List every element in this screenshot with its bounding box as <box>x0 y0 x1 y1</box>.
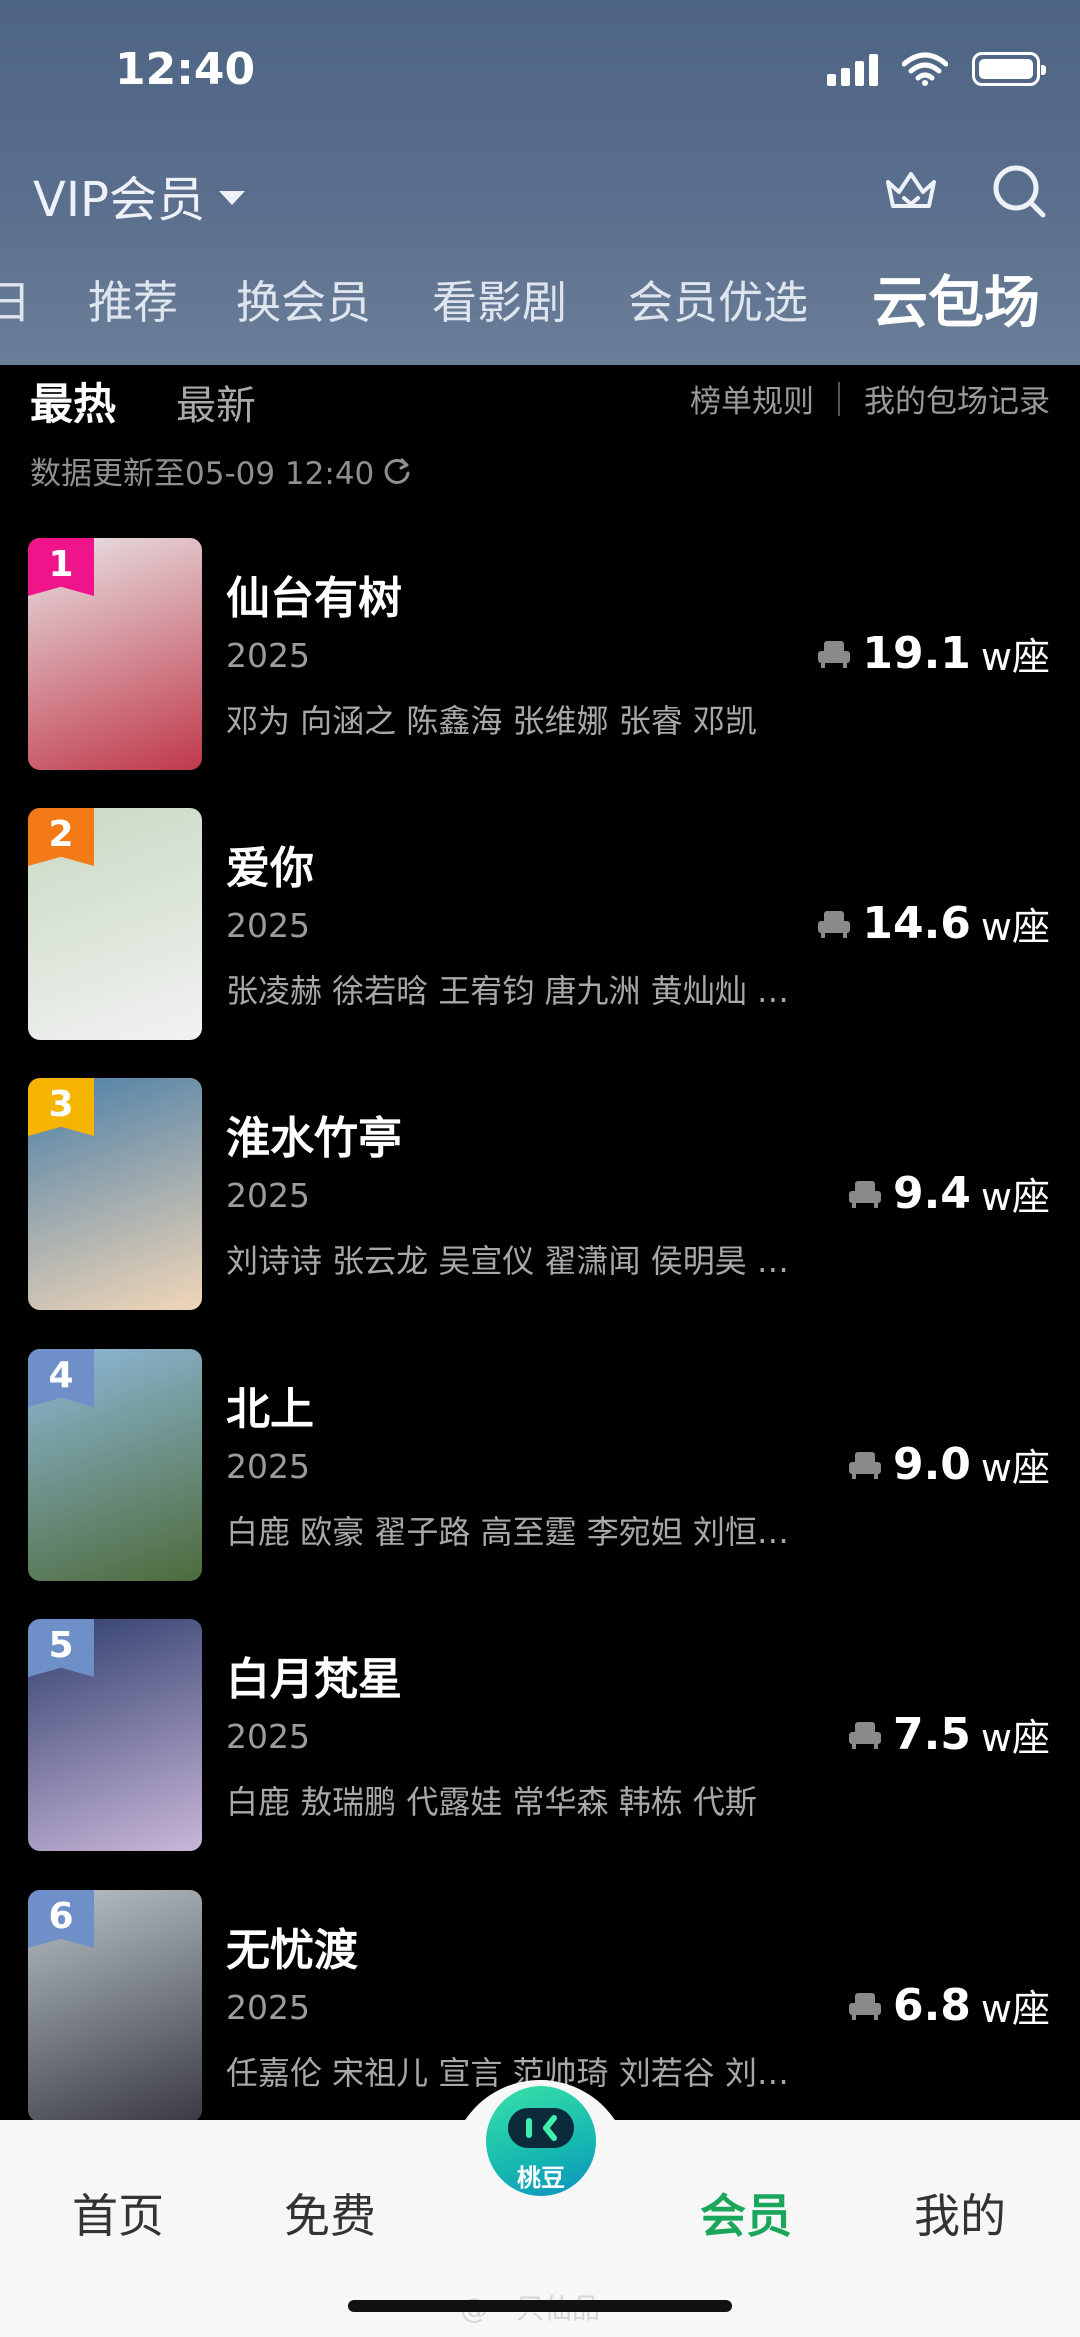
list-item[interactable]: 4 北上 2025 白鹿 欧豪 翟子路 高至霆 李宛妲 刘恒… 9.0 w座 <box>0 1349 1080 1581</box>
poster-image: 4 <box>28 1349 202 1581</box>
seat-value: 9.4 <box>892 1168 971 1219</box>
taodou-logo-icon <box>508 2108 574 2148</box>
nav-home[interactable]: 首页 <box>72 2180 164 2246</box>
update-text: 数据更新至05-09 12:40 <box>30 456 375 492</box>
poster-image: 3 <box>28 1078 202 1310</box>
tab-switch-vip[interactable]: 换会员 <box>236 266 371 331</box>
seat-value: 14.6 <box>862 898 971 949</box>
sort-tab-hottest[interactable]: 最热 <box>30 370 116 432</box>
seat-count: 14.6 w座 <box>816 896 1050 951</box>
list-item[interactable]: 1 仙台有树 2025 邓为 向涵之 陈鑫海 张维娜 张睿 邓凯 19.1 w座 <box>0 538 1080 770</box>
nav-vip[interactable]: 会员 <box>700 2180 792 2246</box>
drama-title: 淮水竹亭 <box>226 1113 402 1164</box>
drama-cast: 白鹿 欧豪 翟子路 高至霆 李宛妲 刘恒… <box>226 1513 789 1551</box>
search-icon[interactable] <box>988 160 1050 222</box>
tab-shows[interactable]: 看影剧 <box>432 266 567 331</box>
seat-icon <box>848 1180 881 1208</box>
drama-year: 2025 <box>226 636 310 675</box>
drama-title: 爱你 <box>226 843 314 894</box>
drama-cast: 张凌赫 徐若晗 王宥钧 唐九洲 黄灿灿 … <box>226 972 789 1010</box>
battery-icon <box>972 52 1046 86</box>
refresh-icon[interactable] <box>382 456 412 486</box>
seat-icon <box>818 910 851 938</box>
seat-icon <box>848 1992 881 2020</box>
seat-icon <box>848 1451 881 1479</box>
drama-year: 2025 <box>226 906 310 945</box>
seat-unit: w座 <box>980 905 1050 949</box>
poster-image: 5 <box>28 1619 202 1851</box>
cellular-signal-icon <box>827 52 878 86</box>
caret-down-icon <box>218 191 245 205</box>
seat-count: 6.8 w座 <box>847 1978 1050 2033</box>
taodou-button[interactable]: 桃豆 <box>480 2080 602 2202</box>
drama-title: 白月梵星 <box>226 1654 402 1705</box>
seat-value: 6.8 <box>892 1980 971 2031</box>
tab-partial[interactable]: 日 <box>0 266 31 331</box>
drama-title: 无忧渡 <box>226 1925 358 1976</box>
my-records-link[interactable]: 我的包场记录 <box>864 376 1050 421</box>
wifi-icon <box>902 52 948 86</box>
seat-count: 9.0 w座 <box>847 1437 1050 1492</box>
drama-year: 2025 <box>226 1176 310 1215</box>
ranking-rules-link[interactable]: 榜单规则 <box>690 376 814 421</box>
status-icons <box>827 52 1046 86</box>
seat-value: 19.1 <box>862 628 971 679</box>
crown-icon[interactable] <box>880 160 942 222</box>
seat-unit: w座 <box>980 1446 1050 1490</box>
home-indicator[interactable] <box>348 2300 732 2312</box>
taodou-label: 桃豆 <box>517 2164 565 2192</box>
tab-recommend[interactable]: 推荐 <box>88 266 178 331</box>
poster-image: 2 <box>28 808 202 1040</box>
seat-unit: w座 <box>980 635 1050 679</box>
seat-value: 9.0 <box>892 1439 971 1490</box>
sort-tab-newest[interactable]: 最新 <box>176 373 256 431</box>
header: 12:40 VIP会员 日 推荐 换会员 看影剧 会员优选 云包场 <box>0 0 1080 365</box>
category-tabs: 日 推荐 换会员 看影剧 会员优选 云包场 <box>0 266 1080 336</box>
sort-tabs: 最热 最新 <box>30 370 256 432</box>
divider <box>838 381 840 416</box>
drama-year: 2025 <box>226 1988 310 2027</box>
drama-year: 2025 <box>226 1717 310 1756</box>
vip-selector[interactable]: VIP会员 <box>33 160 245 230</box>
status-time: 12:40 <box>115 44 256 95</box>
seat-icon <box>848 1721 881 1749</box>
poster-image: 1 <box>28 538 202 770</box>
tab-cloud-premiere[interactable]: 云包场 <box>872 258 1040 339</box>
tab-vip-picks[interactable]: 会员优选 <box>628 266 808 331</box>
drama-title: 仙台有树 <box>226 573 402 624</box>
nav-mine[interactable]: 我的 <box>914 2180 1006 2246</box>
drama-year: 2025 <box>226 1447 310 1486</box>
seat-icon <box>818 640 851 668</box>
seat-count: 19.1 w座 <box>816 626 1050 681</box>
seat-count: 7.5 w座 <box>847 1707 1050 1762</box>
header-links: 榜单规则 我的包场记录 <box>690 376 1050 421</box>
drama-cast: 刘诗诗 张云龙 吴宣仪 翟潇闻 侯明昊 … <box>226 1242 789 1280</box>
update-info: 数据更新至05-09 12:40 <box>30 448 412 493</box>
drama-title: 北上 <box>226 1384 314 1435</box>
drama-cast: 邓为 向涵之 陈鑫海 张维娜 张睿 邓凯 <box>226 702 757 740</box>
seat-unit: w座 <box>980 1175 1050 1219</box>
list-item[interactable]: 3 淮水竹亭 2025 刘诗诗 张云龙 吴宣仪 翟潇闻 侯明昊 … 9.4 w座 <box>0 1078 1080 1310</box>
vip-selector-label: VIP会员 <box>33 172 205 228</box>
seat-unit: w座 <box>980 1716 1050 1760</box>
list-item[interactable]: 2 爱你 2025 张凌赫 徐若晗 王宥钧 唐九洲 黄灿灿 … 14.6 w座 <box>0 808 1080 1040</box>
poster-image: 6 <box>28 1890 202 2122</box>
list-item[interactable]: 5 白月梵星 2025 白鹿 敖瑞鹏 代露娃 常华森 韩栋 代斯 7.5 w座 <box>0 1619 1080 1851</box>
drama-cast: 白鹿 敖瑞鹏 代露娃 常华森 韩栋 代斯 <box>226 1783 757 1821</box>
nav-free[interactable]: 免费 <box>284 2180 376 2246</box>
seat-unit: w座 <box>980 1987 1050 2031</box>
seat-count: 9.4 w座 <box>847 1166 1050 1221</box>
seat-value: 7.5 <box>892 1709 971 1760</box>
